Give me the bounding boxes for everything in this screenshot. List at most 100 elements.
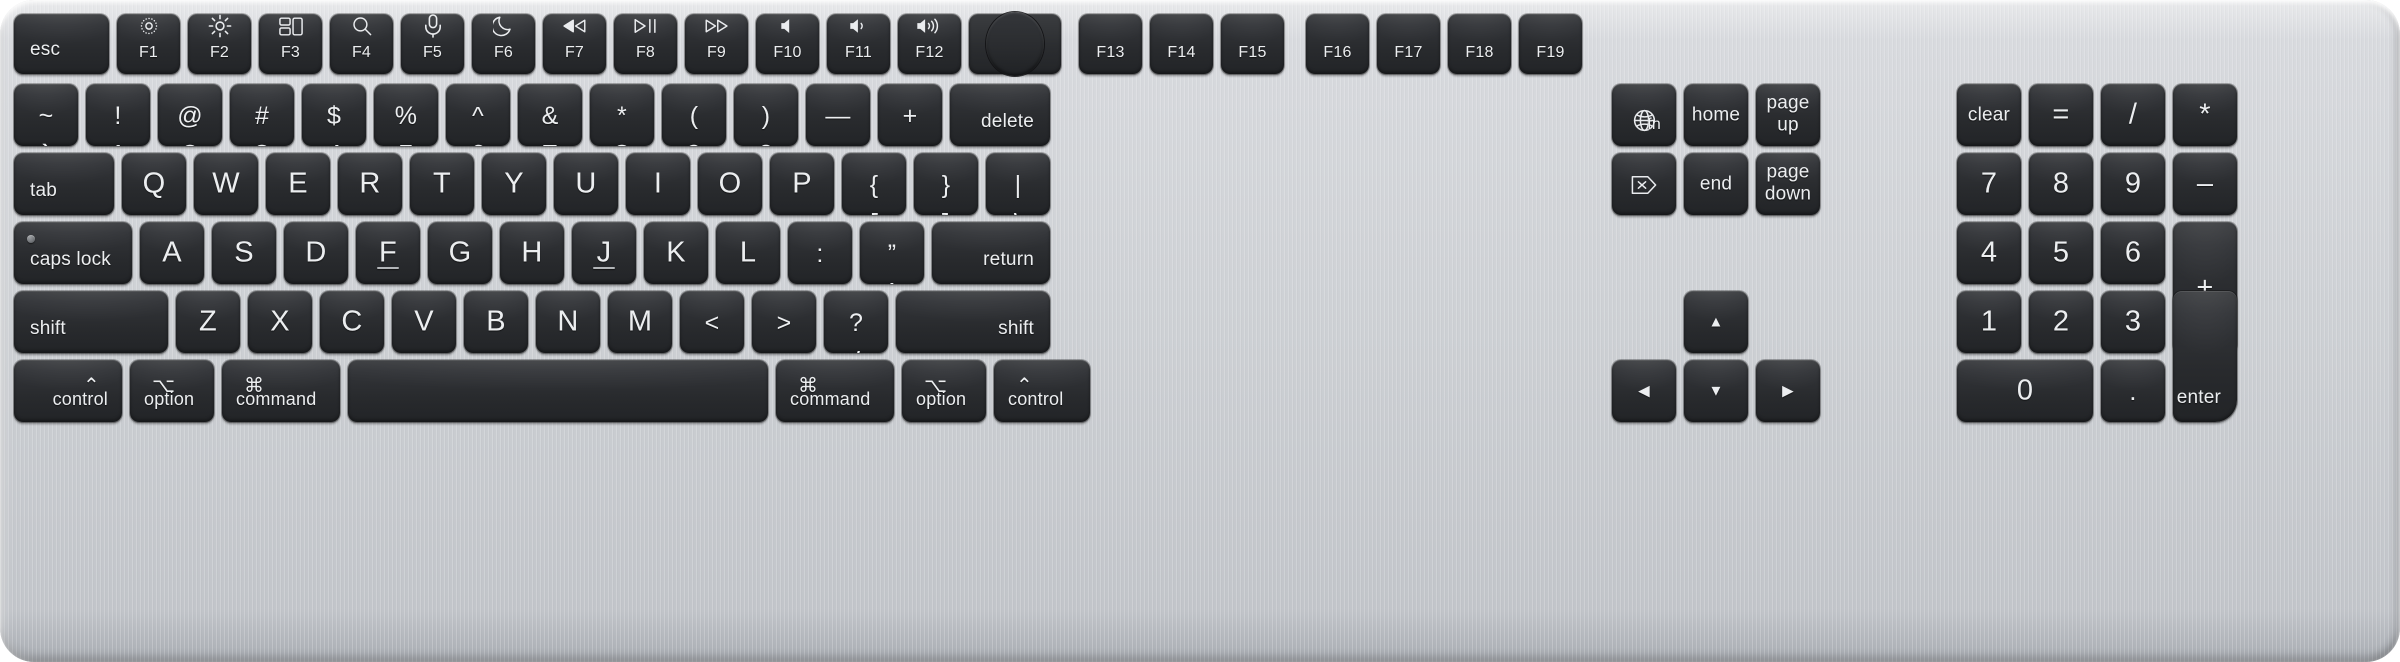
key-3[interactable]: #3 xyxy=(230,84,294,146)
key-equal[interactable]: += xyxy=(878,84,942,146)
key-home[interactable]: home xyxy=(1684,84,1748,146)
key-f14[interactable]: F14 xyxy=(1150,14,1213,74)
key-command-left[interactable]: ⌘ command xyxy=(222,360,340,422)
key-f[interactable]: F xyxy=(356,222,420,284)
key-bracket-left[interactable]: {[ xyxy=(842,153,906,215)
key-shift-right[interactable]: shift xyxy=(896,291,1050,353)
key-shift-left[interactable]: shift xyxy=(14,291,168,353)
key-tab[interactable]: tab xyxy=(14,153,114,215)
key-k[interactable]: K xyxy=(644,222,708,284)
key-p[interactable]: P xyxy=(770,153,834,215)
key-f8[interactable]: F8 xyxy=(614,14,677,74)
key-capslock[interactable]: caps lock xyxy=(14,222,132,284)
key-num-6[interactable]: 6 xyxy=(2101,222,2165,284)
key-num-multiply[interactable]: * xyxy=(2173,84,2237,146)
key-c[interactable]: C xyxy=(320,291,384,353)
key-num-9[interactable]: 9 xyxy=(2101,153,2165,215)
key-option-left[interactable]: ⌥ option xyxy=(130,360,214,422)
key-0[interactable]: )0 xyxy=(734,84,798,146)
key-f12[interactable]: F12 xyxy=(898,14,961,74)
key-fn[interactable]: fn xyxy=(1612,84,1676,146)
key-arrow-right[interactable]: ▶ xyxy=(1756,360,1820,422)
key-9[interactable]: (9 xyxy=(662,84,726,146)
key-semicolon[interactable]: :; xyxy=(788,222,852,284)
key-8[interactable]: *8 xyxy=(590,84,654,146)
key-num-5[interactable]: 5 xyxy=(2029,222,2093,284)
key-f1[interactable]: F1 xyxy=(117,14,180,74)
key-esc[interactable]: esc xyxy=(14,14,109,74)
key-quote[interactable]: ”’ xyxy=(860,222,924,284)
key-arrow-up[interactable]: ▲ xyxy=(1684,291,1748,353)
key-q[interactable]: Q xyxy=(122,153,186,215)
key-num-1[interactable]: 1 xyxy=(1957,291,2021,353)
key-f10[interactable]: F10 xyxy=(756,14,819,74)
key-d[interactable]: D xyxy=(284,222,348,284)
key-f2[interactable]: F2 xyxy=(188,14,251,74)
key-period[interactable]: >. xyxy=(752,291,816,353)
key-backtick[interactable]: ~` xyxy=(14,84,78,146)
key-w[interactable]: W xyxy=(194,153,258,215)
key-num-divide[interactable]: / xyxy=(2101,84,2165,146)
key-end[interactable]: end xyxy=(1684,153,1748,215)
key-o[interactable]: O xyxy=(698,153,762,215)
key-arrow-down[interactable]: ▼ xyxy=(1684,360,1748,422)
key-5[interactable]: %5 xyxy=(374,84,438,146)
key-bracket-right[interactable]: }] xyxy=(914,153,978,215)
key-f16[interactable]: F16 xyxy=(1306,14,1369,74)
touch-id-button[interactable] xyxy=(969,12,1061,76)
key-y[interactable]: Y xyxy=(482,153,546,215)
key-num-equal[interactable]: = xyxy=(2029,84,2093,146)
key-control-left[interactable]: ⌃ control xyxy=(14,360,122,422)
key-m[interactable]: M xyxy=(608,291,672,353)
key-f17[interactable]: F17 xyxy=(1377,14,1440,74)
key-option-right[interactable]: ⌥ option xyxy=(902,360,986,422)
key-t[interactable]: T xyxy=(410,153,474,215)
key-num-2[interactable]: 2 xyxy=(2029,291,2093,353)
key-l[interactable]: L xyxy=(716,222,780,284)
key-7[interactable]: &7 xyxy=(518,84,582,146)
key-v[interactable]: V xyxy=(392,291,456,353)
key-space[interactable] xyxy=(348,360,768,422)
key-minus[interactable]: —- xyxy=(806,84,870,146)
key-num-minus[interactable]: – xyxy=(2173,153,2237,215)
key-backslash[interactable]: |\ xyxy=(986,153,1050,215)
key-delete[interactable]: delete xyxy=(950,84,1050,146)
key-forward-delete[interactable] xyxy=(1612,153,1676,215)
key-page-down[interactable]: page down xyxy=(1756,153,1820,215)
key-slash[interactable]: ?/ xyxy=(824,291,888,353)
key-num-7[interactable]: 7 xyxy=(1957,153,2021,215)
key-comma[interactable]: <, xyxy=(680,291,744,353)
key-num-4[interactable]: 4 xyxy=(1957,222,2021,284)
key-f19[interactable]: F19 xyxy=(1519,14,1582,74)
key-2[interactable]: @2 xyxy=(158,84,222,146)
key-1[interactable]: !1 xyxy=(86,84,150,146)
key-r[interactable]: R xyxy=(338,153,402,215)
key-n[interactable]: N xyxy=(536,291,600,353)
key-s[interactable]: S xyxy=(212,222,276,284)
key-i[interactable]: I xyxy=(626,153,690,215)
key-4[interactable]: $4 xyxy=(302,84,366,146)
key-f6[interactable]: F6 xyxy=(472,14,535,74)
key-control-right[interactable]: ⌃ control xyxy=(994,360,1090,422)
key-f15[interactable]: F15 xyxy=(1221,14,1284,74)
key-num-0[interactable]: 0 xyxy=(1957,360,2093,422)
key-num-clear[interactable]: clear xyxy=(1957,84,2021,146)
key-num-3[interactable]: 3 xyxy=(2101,291,2165,353)
key-g[interactable]: G xyxy=(428,222,492,284)
key-6[interactable]: ^6 xyxy=(446,84,510,146)
key-command-right[interactable]: ⌘ command xyxy=(776,360,894,422)
key-f13[interactable]: F13 xyxy=(1079,14,1142,74)
key-return[interactable]: return xyxy=(932,222,1050,284)
key-z[interactable]: Z xyxy=(176,291,240,353)
key-f5[interactable]: F5 xyxy=(401,14,464,74)
key-arrow-left[interactable]: ◀ xyxy=(1612,360,1676,422)
key-f9[interactable]: F9 xyxy=(685,14,748,74)
key-num-decimal[interactable]: . xyxy=(2101,360,2165,422)
key-f11[interactable]: F11 xyxy=(827,14,890,74)
key-f7[interactable]: F7 xyxy=(543,14,606,74)
key-num-8[interactable]: 8 xyxy=(2029,153,2093,215)
key-h[interactable]: H xyxy=(500,222,564,284)
key-x[interactable]: X xyxy=(248,291,312,353)
key-j[interactable]: J xyxy=(572,222,636,284)
key-e[interactable]: E xyxy=(266,153,330,215)
